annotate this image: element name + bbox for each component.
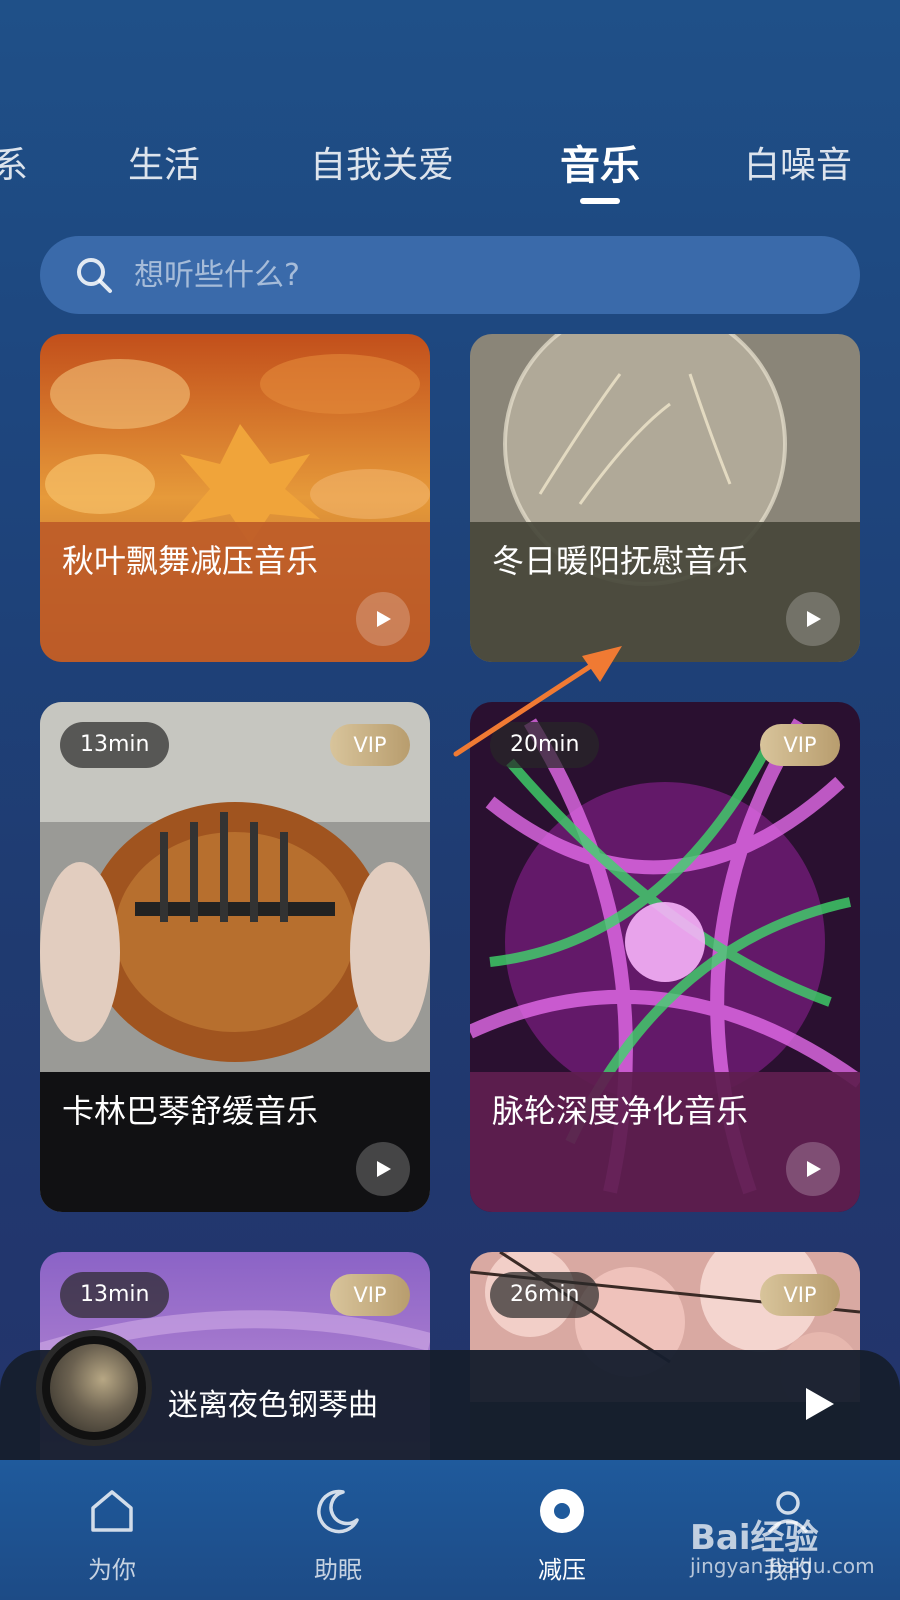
card-info: 卡林巴琴舒缓音乐	[40, 1072, 430, 1212]
tab-life[interactable]: 生活	[128, 136, 200, 188]
play-icon	[377, 1161, 391, 1177]
card-title: 卡林巴琴舒缓音乐	[62, 1092, 319, 1130]
duration-badge: 13min	[60, 722, 170, 768]
vip-badge: VIP	[760, 724, 840, 766]
music-card-kalimba[interactable]: 13min VIP 卡林巴琴舒缓音乐	[40, 702, 430, 1212]
annotation-arrow	[453, 646, 622, 757]
nav-label: 为你	[88, 1556, 136, 1584]
duration-badge: 26min	[490, 1272, 600, 1318]
album-art	[50, 1344, 138, 1432]
tab-music[interactable]: 音乐	[560, 133, 640, 191]
vip-badge: VIP	[330, 724, 410, 766]
card-info: 脉轮深度净化音乐	[470, 1072, 860, 1212]
play-button[interactable]	[786, 1142, 840, 1196]
play-button[interactable]	[786, 592, 840, 646]
play-button[interactable]	[356, 592, 410, 646]
card-title: 秋叶飘舞减压音乐	[62, 542, 319, 580]
nav-sleep[interactable]: 助眠	[278, 1486, 398, 1585]
card-title: 冬日暖阳抚慰音乐	[492, 542, 749, 580]
search-icon	[77, 258, 112, 293]
nav-for-you[interactable]: 为你	[52, 1486, 172, 1585]
watermark-logo: Bai经验	[690, 1518, 819, 1558]
card-title: 脉轮深度净化音乐	[492, 1092, 749, 1130]
vip-badge: VIP	[760, 1274, 840, 1316]
card-info: 秋叶飘舞减压音乐	[40, 522, 430, 662]
now-playing-cover[interactable]	[36, 1330, 152, 1446]
tab-partial[interactable]: 系	[0, 136, 28, 188]
music-card-chakra[interactable]: 20min VIP 脉轮深度净化音乐	[470, 702, 860, 1212]
search-bar[interactable]	[40, 236, 860, 314]
tab-self-care[interactable]: 自我关爱	[310, 136, 454, 188]
music-card-autumn[interactable]: 秋叶飘舞减压音乐	[40, 334, 430, 662]
duration-badge: 13min	[60, 1272, 170, 1318]
category-tabs: 系 生活 自我关爱 音乐 白噪音	[0, 120, 900, 210]
relax-icon	[540, 1489, 584, 1533]
nav-relax[interactable]: 减压	[502, 1486, 622, 1585]
play-icon	[377, 611, 391, 627]
play-icon	[807, 611, 821, 627]
watermark-url: jingyan.baidu.com	[690, 1554, 875, 1578]
home-icon	[91, 1490, 133, 1532]
search-input[interactable]	[134, 257, 774, 293]
nav-label: 减压	[538, 1556, 586, 1584]
moon-icon	[317, 1489, 359, 1534]
play-button[interactable]	[356, 1142, 410, 1196]
nav-label: 助眠	[314, 1556, 362, 1584]
play-icon[interactable]	[798, 1384, 838, 1424]
active-tab-indicator	[580, 198, 620, 204]
now-playing-title: 迷离夜色钢琴曲	[168, 1388, 378, 1423]
mini-player[interactable]: 迷离夜色钢琴曲	[0, 1330, 900, 1460]
tab-white-noise[interactable]: 白噪音	[744, 136, 852, 188]
music-card-winter[interactable]: 冬日暖阳抚慰音乐	[470, 334, 860, 662]
baidu-jingyan-watermark: Bai经验 jingyan.baidu.com	[690, 1482, 875, 1582]
play-icon	[807, 1161, 821, 1177]
vip-badge: VIP	[330, 1274, 410, 1316]
